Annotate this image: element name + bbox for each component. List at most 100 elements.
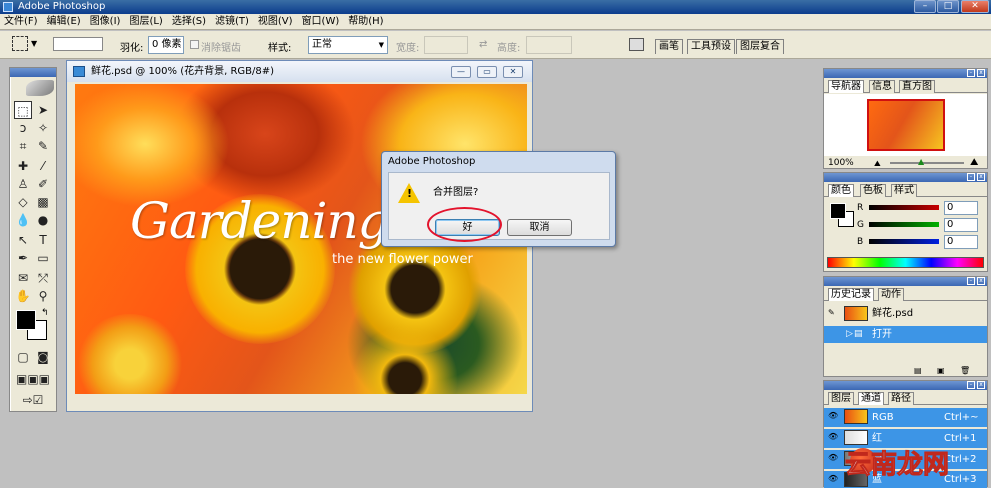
preset-dropdown-arrow-icon[interactable]: ▼ [31,39,37,48]
standard-mode-icon[interactable]: ▢ [14,348,32,366]
menu-window[interactable]: 窗口(W) [298,14,345,30]
style-select[interactable]: 正常 ▼ [308,36,388,54]
doc-maximize-button[interactable]: ▭ [477,66,497,78]
g-value[interactable]: 0 [944,218,978,232]
eraser-tool-icon[interactable]: ◇ [14,193,32,211]
tab-paths[interactable]: 路径 [888,392,914,405]
new-document-from-state-icon[interactable]: ▤ [914,366,922,375]
tab-info[interactable]: 信息 [869,80,895,93]
panel-close-icon[interactable]: x [977,381,985,389]
b-slider[interactable] [869,239,939,244]
color-foreground-swatch[interactable] [830,203,846,219]
minimize-button[interactable]: – [914,0,936,13]
quick-mask-mode-icon[interactable]: ◙ [34,348,52,366]
panel-minimize-icon[interactable]: - [967,173,975,181]
r-slider[interactable] [869,205,939,210]
doc-minimize-button[interactable]: — [451,66,471,78]
visibility-eye-icon[interactable]: 👁 [828,475,838,483]
visibility-eye-icon[interactable]: 👁 [828,412,838,420]
tab-navigator[interactable]: 导航器 [828,80,864,93]
tab-layer-comps[interactable]: 图层复合 [736,39,784,54]
navigator-thumbnail[interactable] [867,99,945,151]
panel-minimize-icon[interactable]: - [967,381,975,389]
tab-layers[interactable]: 图层 [828,392,854,405]
menu-filter[interactable]: 滤镜(T) [211,14,254,30]
blur-tool-icon[interactable]: 💧 [14,211,32,229]
palette-well-icon[interactable] [629,38,644,51]
panel-minimize-icon[interactable]: - [967,69,975,77]
menu-select[interactable]: 选择(S) [168,14,211,30]
healing-brush-tool-icon[interactable]: ✚ [14,157,32,175]
clone-stamp-tool-icon[interactable]: ♙ [14,175,32,193]
menu-view[interactable]: 视图(V) [254,14,298,30]
menu-image[interactable]: 图像(I) [86,14,126,30]
tab-brushes[interactable]: 画笔 [655,39,683,54]
tab-color[interactable]: 颜色 [828,184,854,197]
zoom-in-icon[interactable]: ⛰ [970,157,978,168]
marquee-preset-icon[interactable] [12,36,28,51]
panel-minimize-icon[interactable]: - [967,277,975,285]
menu-help[interactable]: 帮助(H) [344,14,388,30]
tab-actions[interactable]: 动作 [878,288,904,301]
channel-row-rgb[interactable]: 👁 RGB Ctrl+~ [824,408,987,427]
tab-histogram[interactable]: 直方图 [899,80,935,93]
width-input[interactable] [424,36,468,54]
crop-tool-icon[interactable]: ⌗ [14,137,32,155]
tab-channels[interactable]: 通道 [858,392,884,405]
new-snapshot-icon[interactable]: ▣ [937,366,945,375]
feather-input[interactable]: 0 像素 [148,36,184,54]
doc-close-button[interactable]: ✕ [503,66,523,78]
history-brush-source-icon[interactable]: ✎ [828,309,838,317]
visibility-eye-icon[interactable]: 👁 [828,454,838,462]
trash-icon[interactable]: 🗑 [960,366,970,375]
close-button[interactable]: ✕ [961,0,989,13]
panel-close-icon[interactable]: x [977,173,985,181]
tab-swatches[interactable]: 色板 [860,184,886,197]
lasso-tool-icon[interactable]: ↄ [14,119,32,137]
zoom-tool-icon[interactable]: ⚲ [34,287,52,305]
menu-layer[interactable]: 图层(L) [125,14,167,30]
zoom-slider-thumb-icon[interactable]: ▲ [918,157,924,166]
color-spectrum-bar[interactable] [827,257,984,268]
tab-tool-presets[interactable]: 工具预设 [687,39,735,54]
rect-marquee-tool-icon[interactable]: ⬚ [14,101,32,119]
height-input[interactable] [526,36,572,54]
navigator-zoom-value[interactable]: 100% [828,158,854,168]
b-value[interactable]: 0 [944,235,978,249]
selection-mode-buttons[interactable] [53,37,103,51]
move-tool-icon[interactable]: ➤ [34,101,52,119]
gradient-tool-icon[interactable]: ▩ [34,193,52,211]
tab-styles[interactable]: 样式 [891,184,917,197]
path-selection-tool-icon[interactable]: ↖ [14,231,32,249]
swap-colors-icon[interactable]: ↰ [41,308,49,318]
type-tool-icon[interactable]: T [34,231,52,249]
magic-wand-tool-icon[interactable]: ✧ [34,119,52,137]
zoom-out-icon[interactable]: ⛰ [874,159,881,169]
history-brush-tool-icon[interactable]: ✐ [34,175,52,193]
eyedropper-tool-icon[interactable]: ⤱ [34,269,52,287]
panel-close-icon[interactable]: x [977,277,985,285]
pen-tool-icon[interactable]: ✒ [14,249,32,267]
hand-tool-icon[interactable]: ✋ [14,287,32,305]
tab-history[interactable]: 历史记录 [828,288,874,301]
panel-close-icon[interactable]: x [977,69,985,77]
r-value[interactable]: 0 [944,201,978,215]
antialias-checkbox[interactable] [190,40,199,49]
screen-mode-icons[interactable]: ▣▣▣ [14,370,52,388]
history-snapshot-row[interactable]: ✎ 鲜花.psd [824,305,987,322]
brush-tool-icon[interactable]: ⁄ [34,157,52,175]
maximize-button[interactable]: □ [937,0,959,13]
slice-tool-icon[interactable]: ✎ [34,137,52,155]
g-slider[interactable] [869,222,939,227]
visibility-eye-icon[interactable]: 👁 [828,433,838,441]
shape-tool-icon[interactable]: ▭ [34,249,52,267]
foreground-color-swatch[interactable] [16,310,36,330]
zoom-slider[interactable] [890,162,964,164]
menu-edit[interactable]: 编辑(E) [43,14,86,30]
history-item-open[interactable]: ▷ ▤ 打开 [824,326,987,343]
dodge-tool-icon[interactable]: ● [34,211,52,229]
cancel-button[interactable]: 取消 [507,219,572,236]
notes-tool-icon[interactable]: ✉ [14,269,32,287]
menu-file[interactable]: 文件(F) [0,14,43,30]
jump-to-imageready-icon[interactable]: ⇨☑ [14,391,52,409]
